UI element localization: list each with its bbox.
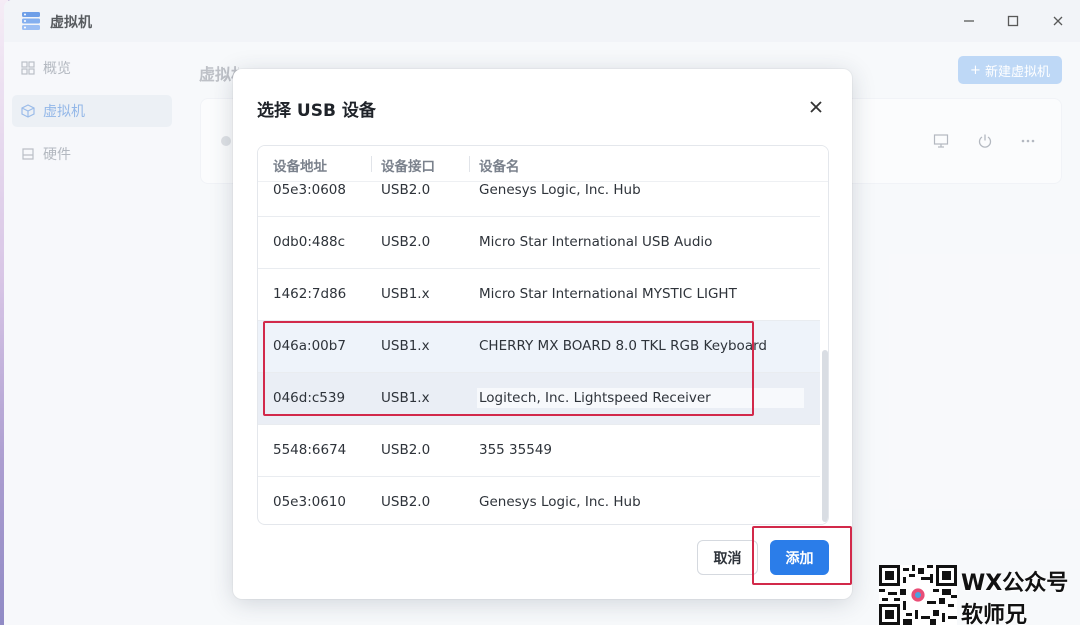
cell-interface: USB2.0 (381, 182, 431, 198)
watermark: WX公众号 软师兄 (879, 563, 1080, 625)
qr-code-icon (879, 565, 957, 625)
column-header-name[interactable]: 设备名 (479, 155, 520, 175)
column-header-interface[interactable]: 设备接口 (381, 155, 435, 175)
cell-address: 1462:7d86 (273, 286, 347, 302)
column-header-address[interactable]: 设备地址 (273, 155, 327, 175)
table-header: 设备地址 设备接口 设备名 (258, 146, 828, 182)
cell-address: 5548:6674 (273, 442, 347, 458)
cell-address: 046d:c539 (273, 390, 346, 406)
cell-address: 0db0:488c (273, 234, 346, 250)
cell-address: 05e3:0610 (273, 494, 346, 510)
table-body: 05e3:0608 USB2.0 Genesys Logic, Inc. Hub… (258, 182, 820, 524)
cell-name: CHERRY MX BOARD 8.0 TKL RGB Keyboard (479, 338, 767, 354)
scrollbar-thumb[interactable] (822, 350, 828, 522)
cell-name: Logitech, Inc. Lightspeed Receiver (479, 390, 711, 406)
table-row[interactable]: 0db0:488c USB2.0 Micro Star Internationa… (258, 217, 820, 269)
table-row[interactable]: 1462:7d86 USB1.x Micro Star Internationa… (258, 269, 820, 321)
usb-select-dialog: 选择 USB 设备 设备地址 设备接口 设备名 05e3:0608 USB2.0… (233, 69, 852, 599)
cell-name: Micro Star International MYSTIC LIGHT (479, 286, 737, 302)
table-row[interactable]: 05e3:0608 USB2.0 Genesys Logic, Inc. Hub (258, 182, 820, 217)
usb-device-table: 设备地址 设备接口 设备名 05e3:0608 USB2.0 Genesys L… (257, 145, 829, 525)
cell-interface: USB2.0 (381, 234, 431, 250)
cell-interface: USB1.x (381, 390, 430, 406)
table-row-selected[interactable]: 046d:c539 USB1.x Logitech, Inc. Lightspe… (258, 373, 820, 425)
cell-name: 355 35549 (479, 442, 553, 458)
table-scrollbar[interactable] (820, 182, 828, 524)
close-icon (810, 101, 822, 113)
cell-address: 05e3:0608 (273, 182, 346, 198)
watermark-line1: WX公众号 (961, 571, 1069, 596)
column-divider (371, 156, 372, 172)
column-divider (469, 156, 470, 172)
cell-interface: USB2.0 (381, 442, 431, 458)
cell-interface: USB2.0 (381, 494, 431, 510)
cell-interface: USB1.x (381, 338, 430, 354)
table-row[interactable]: 5548:6674 USB2.0 355 35549 (258, 425, 820, 477)
add-button[interactable]: 添加 (770, 540, 829, 575)
table-row[interactable]: 05e3:0610 USB2.0 Genesys Logic, Inc. Hub (258, 477, 820, 524)
cancel-button[interactable]: 取消 (697, 540, 758, 575)
table-row-selected[interactable]: 046a:00b7 USB1.x CHERRY MX BOARD 8.0 TKL… (258, 321, 820, 373)
cell-interface: USB1.x (381, 286, 430, 302)
dialog-close-button[interactable] (806, 97, 826, 117)
cell-name: Genesys Logic, Inc. Hub (479, 182, 641, 198)
watermark-line2: 软师兄 (961, 603, 1028, 625)
cell-address: 046a:00b7 (273, 338, 346, 354)
cell-name: Genesys Logic, Inc. Hub (479, 494, 641, 510)
dialog-title: 选择 USB 设备 (257, 101, 376, 121)
cell-name: Micro Star International USB Audio (479, 234, 713, 250)
